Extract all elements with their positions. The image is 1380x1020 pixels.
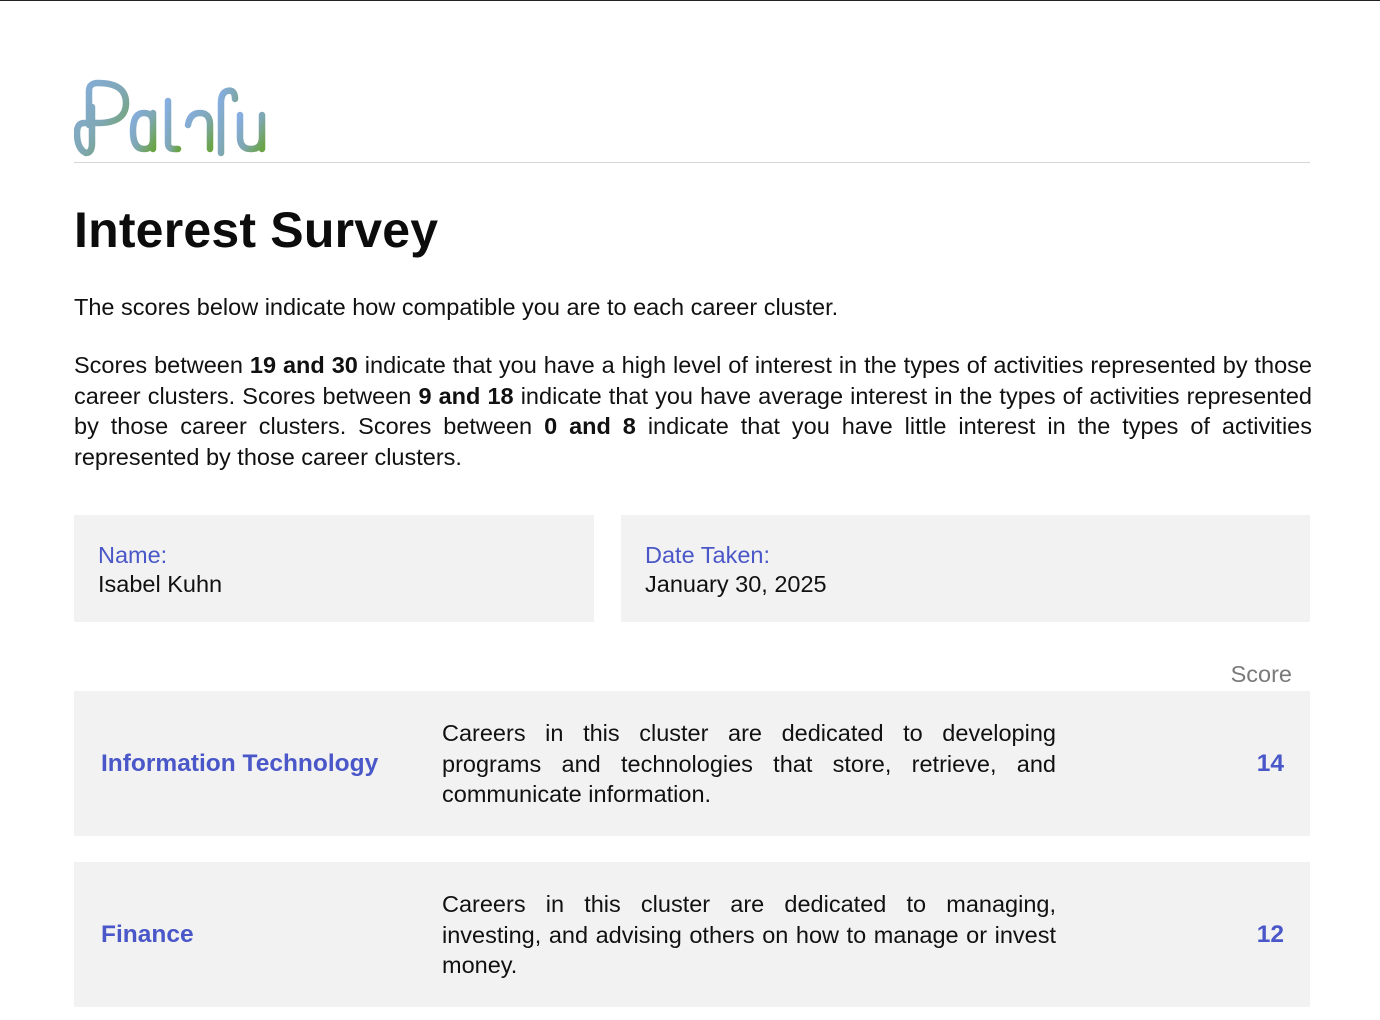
name-value: Isabel Kuhn [98,571,223,597]
name-label: Name: [98,542,168,568]
cluster-row: Information Technology Careers in this c… [74,691,1310,836]
cluster-description: Careers in this cluster are dedicated to… [442,720,1056,807]
cluster-score: 14 [1256,749,1284,777]
date-label: Date Taken: [645,542,770,568]
cluster-description: Careers in this cluster are dedicated to… [442,891,1056,978]
date-panel: Date Taken: January 30, 2025 [621,515,1310,622]
legend-low-range: 0 and 8 [544,413,636,439]
cluster-name: Information Technology [101,749,379,777]
cluster-name: Finance [101,920,194,948]
pathful-logo [74,77,294,159]
date-value: January 30, 2025 [645,571,827,597]
score-legend: Scores between 19 and 30 indicate that y… [74,350,1312,472]
name-panel: Name: Isabel Kuhn [74,515,594,622]
legend-average-range: 9 and 18 [418,382,514,409]
intro-text: The scores below indicate how compatible… [74,294,839,320]
cluster-score: 12 [1256,920,1284,948]
legend-high-range: 19 and 30 [249,352,358,378]
header-divider [74,162,1310,163]
score-column-header: Score [1230,661,1292,687]
pathful-logo-icon [74,79,287,157]
legend-text: Scores between [74,352,250,378]
page-title: Interest Survey [74,202,439,258]
cluster-row: Finance Careers in this cluster are dedi… [74,862,1310,1007]
